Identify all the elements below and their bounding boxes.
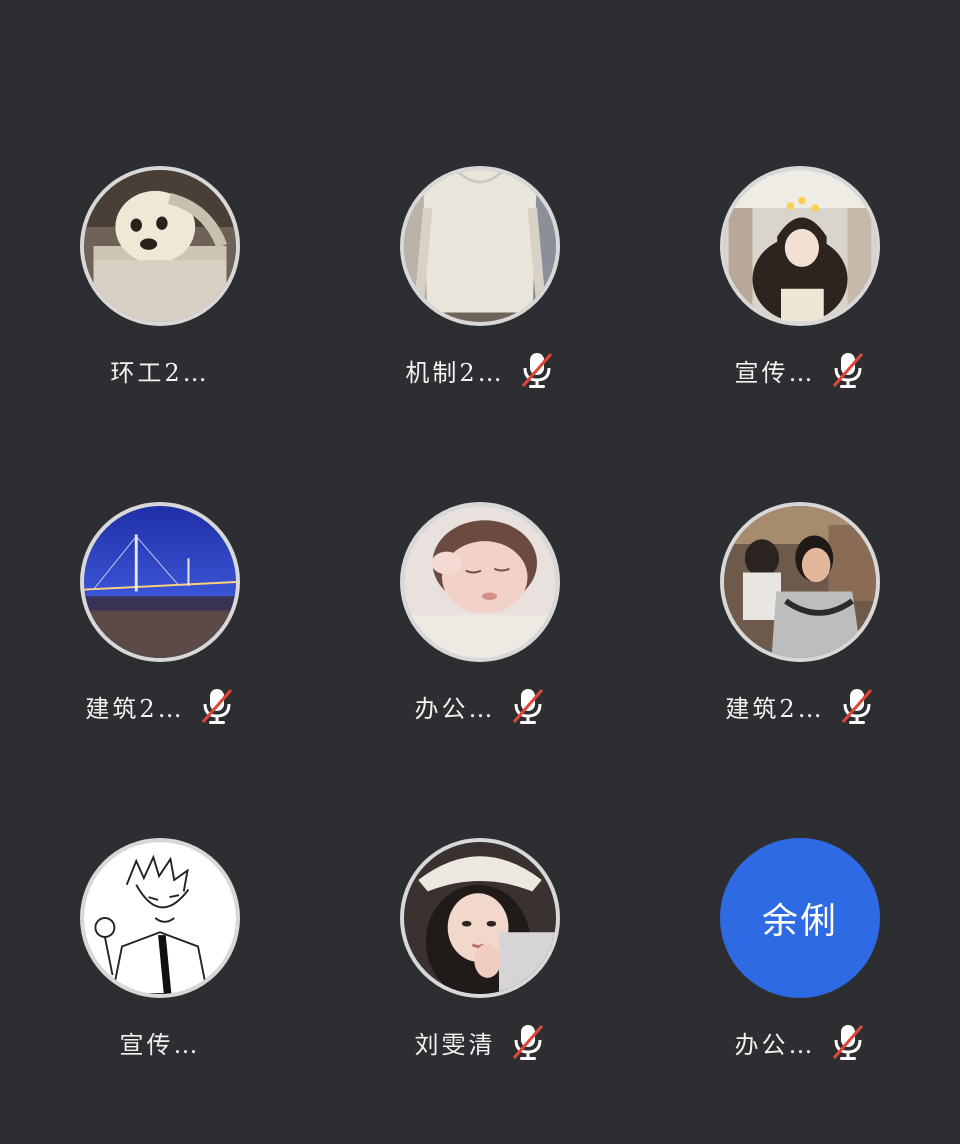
participant-name: 建筑2…	[725, 694, 825, 723]
participant-name: 办公…	[734, 1030, 816, 1059]
participant-label: 宣传…	[0, 1022, 320, 1062]
microphone-muted-icon	[510, 686, 546, 726]
participant-label: 建筑2…	[0, 686, 320, 726]
participant-label: 办公…	[640, 1022, 960, 1062]
participant-tile-1[interactable]: 环工2…	[0, 166, 320, 426]
participant-label: 环工2…	[0, 350, 320, 390]
participant-name: 宣传…	[119, 1030, 201, 1059]
participant-tile-9[interactable]: 余俐 办公…	[640, 838, 960, 1098]
dog-in-bag-photo	[84, 170, 236, 322]
microphone-muted-icon	[839, 686, 875, 726]
avatar-initials: 余俐	[761, 901, 838, 942]
avatar[interactable]	[720, 502, 880, 662]
boy-in-restaurant-photo	[724, 506, 876, 658]
microphone-muted-icon	[510, 1022, 546, 1062]
participant-label: 建筑2…	[640, 686, 960, 726]
avatar[interactable]	[400, 838, 560, 998]
participant-name: 办公…	[414, 694, 496, 723]
microphone-muted-icon	[519, 350, 555, 390]
avatar[interactable]: 余俐	[720, 838, 880, 998]
bridge-at-night-photo	[84, 506, 236, 658]
avatar[interactable]	[80, 502, 240, 662]
participant-name: 环工2…	[110, 358, 210, 387]
anime-sketch-drawing	[84, 842, 236, 994]
avatar[interactable]	[80, 166, 240, 326]
participant-name: 建筑2…	[85, 694, 185, 723]
avatar[interactable]	[80, 838, 240, 998]
participant-label: 刘雯清	[320, 1022, 640, 1062]
participant-name: 刘雯清	[414, 1030, 496, 1059]
avatar[interactable]	[400, 502, 560, 662]
participant-tile-8[interactable]: 刘雯清	[320, 838, 640, 1098]
participant-tile-7[interactable]: 宣传…	[0, 838, 320, 1098]
participant-grid: 环工2… 机制2… 宣传… 建筑2… 办公… 建筑2… 宣传… 刘雯清 余俐 办…	[0, 0, 960, 1144]
sleeping-baby-photo	[404, 506, 556, 658]
participant-tile-3[interactable]: 宣传…	[640, 166, 960, 426]
participant-label: 办公…	[320, 686, 640, 726]
avatar[interactable]	[400, 166, 560, 326]
girl-with-flower-crown-photo	[724, 170, 876, 322]
person-in-white-shirt-photo	[404, 170, 556, 322]
participant-tile-4[interactable]: 建筑2…	[0, 502, 320, 762]
microphone-muted-icon	[830, 350, 866, 390]
microphone-muted-icon	[199, 686, 235, 726]
participant-tile-5[interactable]: 办公…	[320, 502, 640, 762]
participant-tile-6[interactable]: 建筑2…	[640, 502, 960, 762]
participant-name: 机制2…	[405, 358, 505, 387]
participant-label: 机制2…	[320, 350, 640, 390]
participant-name: 宣传…	[734, 358, 816, 387]
microphone-muted-icon	[830, 1022, 866, 1062]
avatar[interactable]	[720, 166, 880, 326]
participant-tile-2[interactable]: 机制2…	[320, 166, 640, 426]
girl-in-cap-photo	[404, 842, 556, 994]
participant-label: 宣传…	[640, 350, 960, 390]
